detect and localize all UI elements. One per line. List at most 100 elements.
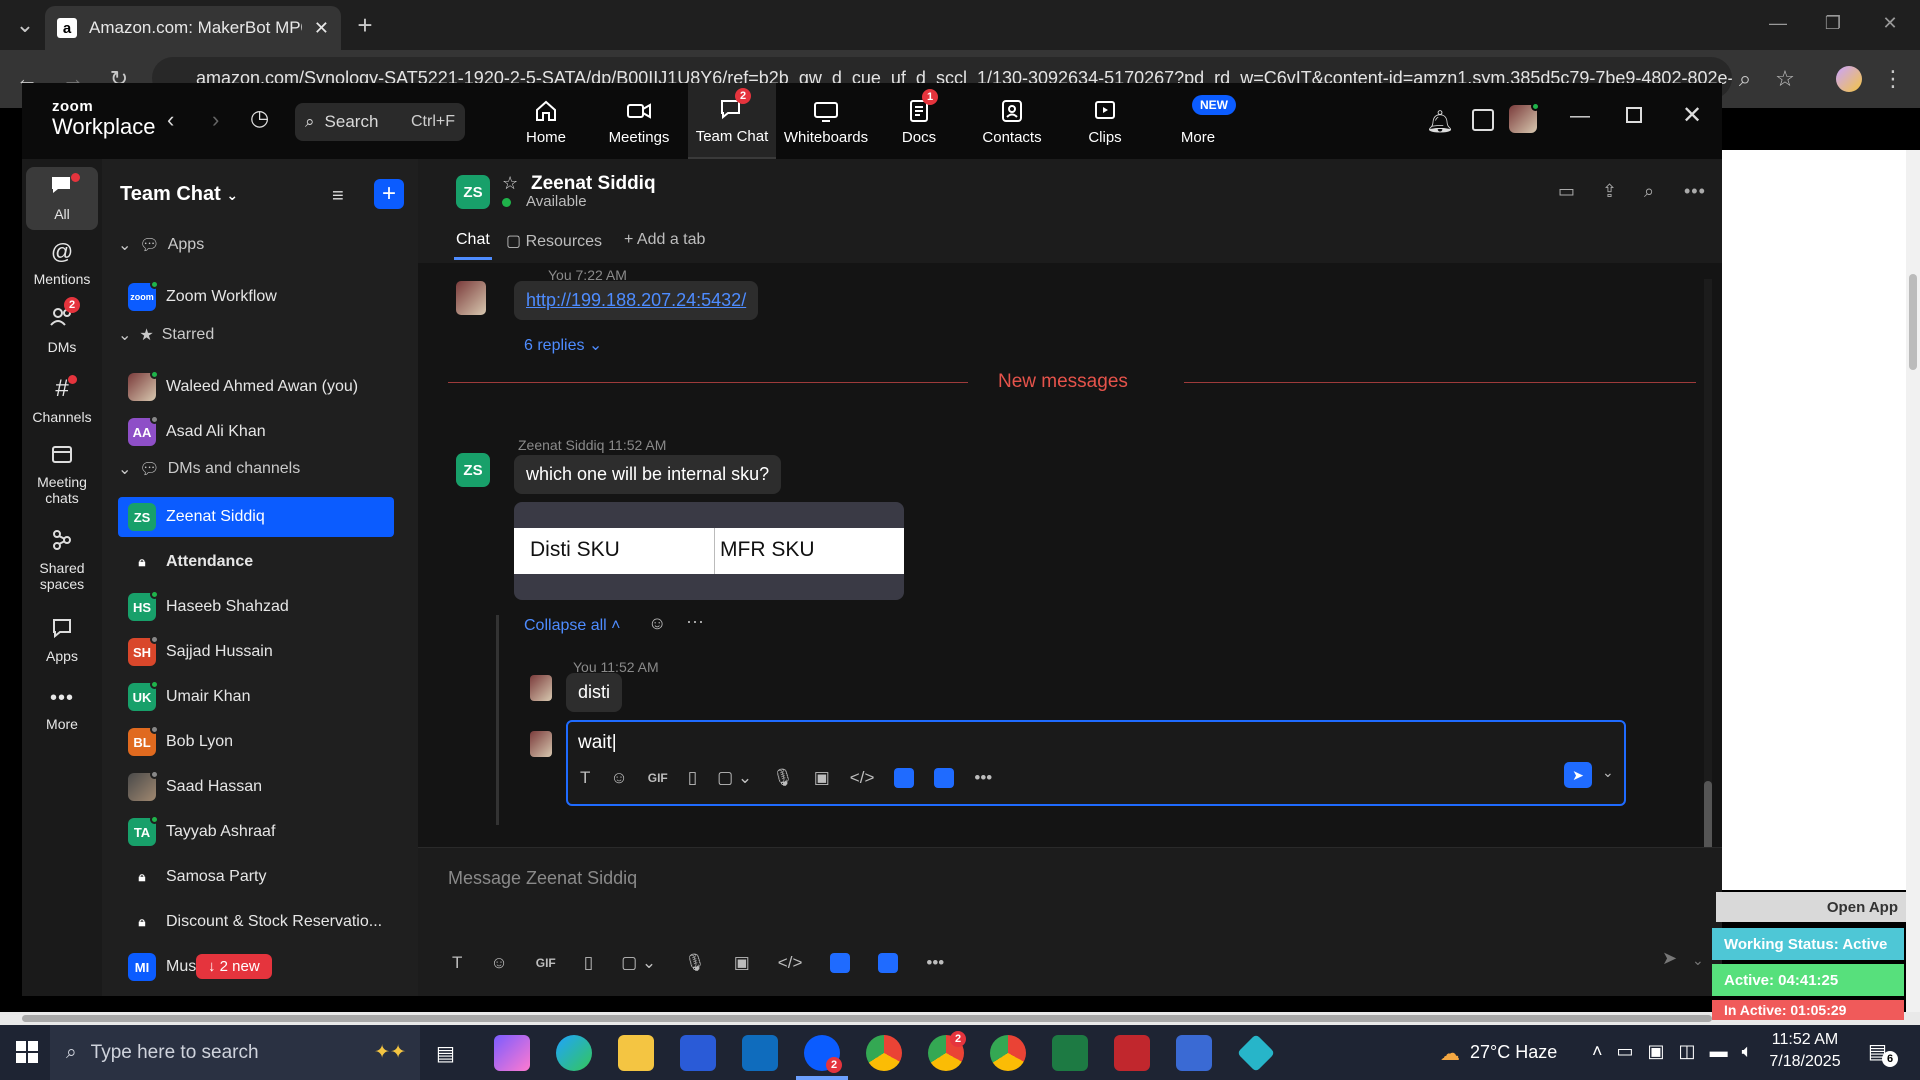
display-icon[interactable]: ◫	[1679, 1041, 1696, 1062]
tab-add[interactable]: + Add a tab	[624, 231, 705, 249]
app-shortcut-icon[interactable]	[894, 768, 915, 788]
code-snippet-icon[interactable]: </>	[778, 953, 803, 973]
volume-muted-icon[interactable]: 🔈︎	[1742, 1041, 1753, 1062]
close-window-icon[interactable]: ✕	[1875, 8, 1905, 38]
sidebar-item-zeenat[interactable]: ZS Zeenat Siddiq	[118, 497, 394, 537]
emoji-icon[interactable]: ☺	[610, 768, 627, 788]
battery-icon[interactable]: ▬	[1710, 1041, 1728, 1062]
emoji-icon[interactable]: ☺	[490, 953, 507, 973]
video-message-icon[interactable]: ▣	[814, 768, 830, 788]
taskbar-search[interactable]: ⌕ Type here to search ✦✦	[50, 1025, 420, 1080]
send-options-chevron-icon[interactable]: ⌄	[1692, 952, 1704, 969]
file-icon[interactable]: ▯	[584, 953, 593, 973]
rail-meeting-chats[interactable]: Meeting chats	[26, 443, 98, 506]
zoom-maximize-icon[interactable]	[1626, 107, 1642, 123]
chat-search-icon[interactable]: ⌕	[1644, 181, 1654, 202]
app-diamond-icon[interactable]	[1236, 1033, 1276, 1073]
rail-more[interactable]: ••• More	[26, 687, 98, 732]
tab-resources[interactable]: ▢ Resources	[506, 231, 602, 251]
message-image[interactable]: Disti SKU MFR SKU	[514, 502, 904, 600]
open-app-button[interactable]: Open App	[1716, 892, 1906, 922]
chat-more-icon[interactable]: •••	[1684, 181, 1706, 202]
chrome-icon[interactable]	[866, 1035, 902, 1071]
edge-icon[interactable]	[556, 1035, 592, 1071]
contact-name[interactable]: Zeenat Siddiq	[531, 173, 656, 195]
microphone-icon[interactable]: 🎙︎	[684, 953, 706, 973]
message-more-icon[interactable]: ···	[686, 611, 704, 632]
new-messages-pill[interactable]: ↓ 2 new	[196, 954, 272, 979]
tab-list-icon[interactable]: ⌄	[10, 10, 40, 40]
gif-icon[interactable]: GIF	[648, 771, 668, 785]
code-snippet-icon[interactable]: </>	[850, 768, 875, 788]
chrome-alt-icon[interactable]	[990, 1035, 1026, 1071]
sidebar-item-zoom-workflow[interactable]: zoom Zoom Workflow	[118, 277, 394, 317]
collapse-all-toggle[interactable]: Collapse all ˄	[524, 617, 621, 635]
history-back-icon[interactable]: ‹	[167, 107, 174, 133]
task-view-icon[interactable]: ▤	[436, 1041, 455, 1066]
reply-avatar[interactable]	[530, 675, 552, 701]
file-icon[interactable]: ▯	[688, 768, 697, 788]
sidebar-item-saad[interactable]: Saad Hassan	[118, 767, 394, 807]
recent-history-icon[interactable]: ◷	[250, 105, 269, 131]
horizontal-scrollbar-thumb[interactable]	[22, 1015, 1712, 1022]
sidebar-item-attendance[interactable]: 🔒︎ Attendance	[118, 542, 394, 582]
notification-center-icon[interactable]: ▤ 6	[1868, 1039, 1898, 1067]
zoom-taskbar-icon[interactable]: 2	[804, 1035, 842, 1073]
outlook-icon[interactable]	[742, 1035, 778, 1071]
file-explorer-icon[interactable]	[618, 1035, 654, 1071]
sidebar-item-samosa-party[interactable]: 🔒︎ Samosa Party	[118, 857, 394, 897]
app-shortcut-icon[interactable]	[830, 953, 851, 973]
section-apps[interactable]: ⌄ 💬︎ Apps	[118, 235, 204, 255]
notifications-bell-icon[interactable]: 🔔︎	[1426, 109, 1454, 135]
nav-home[interactable]: Home	[502, 83, 590, 159]
store-icon[interactable]	[680, 1035, 716, 1071]
message-input[interactable]: Message Zeenat Siddiq	[448, 868, 637, 889]
minimize-window-icon[interactable]: —	[1763, 8, 1793, 38]
section-dms[interactable]: ⌄ 💬︎ DMs and channels	[118, 459, 300, 479]
sidebar-item-asad[interactable]: AA Asad Ali Khan	[118, 412, 394, 452]
bookmark-star-icon[interactable]: ☆	[1770, 64, 1800, 94]
filter-icon[interactable]: ≡	[332, 185, 344, 208]
message-link[interactable]: http://199.188.207.24:5432/	[526, 290, 746, 310]
sender-avatar[interactable]	[456, 281, 486, 315]
chrome-profile-icon[interactable]: 2	[928, 1031, 966, 1071]
browser-tab[interactable]: a Amazon.com: MakerBot MP065 ✕	[45, 6, 341, 50]
history-forward-icon[interactable]: ›	[212, 107, 219, 133]
sidebar-item-umair[interactable]: UK Umair Khan	[118, 677, 394, 717]
weather-text[interactable]: 27°C Haze	[1470, 1042, 1557, 1063]
rail-channels[interactable]: # Channels	[26, 375, 98, 425]
nav-clips[interactable]: Clips	[1061, 83, 1149, 159]
close-tab-icon[interactable]: ✕	[314, 18, 329, 39]
sidebar-item-bob[interactable]: BL Bob Lyon	[118, 722, 394, 762]
network-icon[interactable]: ▭	[1617, 1041, 1634, 1062]
nav-meetings[interactable]: Meetings	[595, 83, 683, 159]
zoom-close-icon[interactable]: ✕	[1682, 101, 1702, 130]
windows-start-icon[interactable]	[16, 1041, 38, 1068]
screenshot-icon[interactable]: ▢ ⌄	[717, 768, 752, 788]
section-starred[interactable]: ⌄ ★ Starred	[118, 325, 214, 345]
browser-menu-icon[interactable]: ⋮	[1878, 64, 1908, 94]
sidebar-item-waleed[interactable]: Waleed Ahmed Awan (you)	[118, 367, 394, 407]
nav-more[interactable]: · NEW More	[1154, 83, 1242, 159]
sender-name[interactable]: Zeenat Siddiq	[518, 437, 604, 453]
share-screen-icon[interactable]: ⇪	[1602, 181, 1617, 202]
nav-contacts[interactable]: Contacts	[968, 83, 1056, 159]
user-avatar[interactable]	[1509, 102, 1540, 133]
nav-docs[interactable]: 1 Docs	[875, 83, 963, 159]
excel-icon[interactable]	[1052, 1035, 1088, 1071]
chevron-up-icon[interactable]: ˄	[1592, 1041, 1603, 1062]
reply-input[interactable]: wait|	[578, 732, 617, 754]
sidebar-item-haseeb[interactable]: HS Haseeb Shahzad	[118, 587, 394, 627]
contact-avatar[interactable]: ZS	[456, 175, 490, 209]
sidebar-title[interactable]: Team Chat ⌄	[120, 183, 238, 206]
sender-avatar[interactable]: ZS	[456, 453, 490, 487]
rail-all[interactable]: All	[26, 167, 98, 230]
compose-plus-button[interactable]: +	[374, 179, 404, 209]
nav-team-chat[interactable]: 2 Team Chat	[688, 83, 776, 159]
search-input[interactable]: ⌕ Search Ctrl+F	[295, 103, 465, 141]
zoom-page-icon[interactable]: ⌕	[1730, 64, 1760, 94]
send-options-chevron-icon[interactable]: ⌄	[1602, 764, 1614, 781]
more-options-icon[interactable]: •••	[926, 953, 944, 973]
new-tab-icon[interactable]: +	[350, 10, 380, 40]
rail-shared-spaces[interactable]: Shared spaces	[26, 529, 98, 592]
